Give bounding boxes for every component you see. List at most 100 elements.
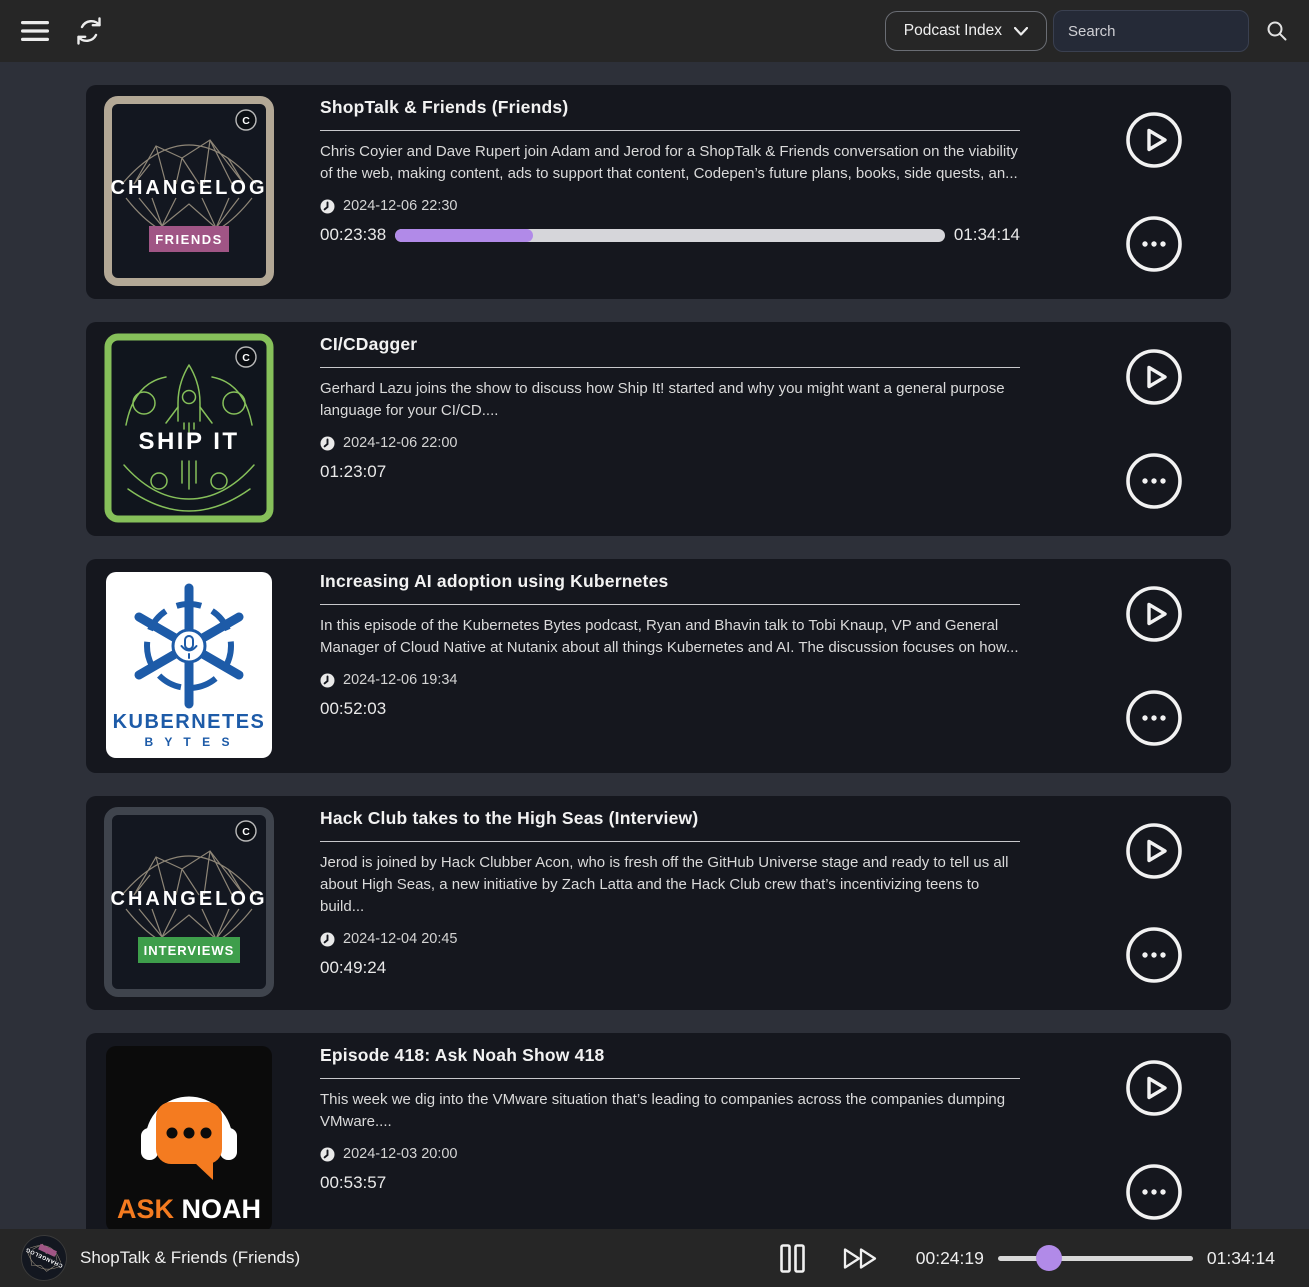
title-divider <box>320 367 1020 368</box>
episode-artwork-ask-noah: ASK NOAH <box>104 1044 274 1234</box>
episode-actions <box>1119 85 1189 299</box>
episode-duration: 00:53:57 <box>320 1173 387 1193</box>
play-icon <box>1126 349 1182 405</box>
episode-progress-bar <box>395 228 945 242</box>
episode-description: Gerhard Lazu joins the show to discuss h… <box>320 380 1005 420</box>
ellipsis-icon <box>1126 453 1182 509</box>
episode-total-time: 01:34:14 <box>953 225 1020 245</box>
episode-card: KUBERNETES B Y T E S Increasing AI adopt… <box>86 559 1231 773</box>
artwork-badge: FRIENDS <box>155 232 223 247</box>
episode-artwork-changelog-interviews: C CHANGELOG INTERVIEWS <box>104 807 274 997</box>
episode-artwork-ship-it: C SHIP IT <box>104 333 274 523</box>
player-bar: CHANGELOG ShopTalk & Friends (Friends) 0… <box>0 1228 1309 1287</box>
episode-more-button[interactable] <box>1121 448 1187 514</box>
artwork-line1: KUBERNETES <box>113 711 266 733</box>
episode-card: C CHANGELOG FRIENDS ShopTalk & Friends (… <box>86 85 1231 299</box>
episode-date: 2024-12-06 19:34 <box>343 672 458 689</box>
refresh-button[interactable] <box>70 12 108 50</box>
episode-description: Chris Coyier and Dave Rupert join Adam a… <box>320 143 1018 183</box>
episode-main: Episode 418: Ask Noah Show 418 This week… <box>320 1045 1020 1193</box>
clock-icon <box>320 199 335 214</box>
artwork-show-name: CHANGELOG <box>111 177 268 199</box>
episode-description: Jerod is joined by Hack Clubber Acon, wh… <box>320 854 1009 916</box>
ellipsis-icon <box>1126 927 1182 983</box>
episode-actions <box>1119 559 1189 773</box>
episode-main: Increasing AI adoption using Kubernetes … <box>320 571 1020 719</box>
episode-list: C CHANGELOG FRIENDS ShopTalk & Friends (… <box>0 62 1309 1287</box>
play-icon <box>1126 586 1182 642</box>
episode-artwork-kubernetes-bytes: KUBERNETES B Y T E S <box>104 570 274 760</box>
play-episode-button[interactable] <box>1121 1055 1187 1121</box>
artwork-word-noah: NOAH <box>182 1194 262 1224</box>
search-button[interactable] <box>1261 15 1293 47</box>
artwork-show-name: CHANGELOG <box>111 888 268 910</box>
pause-icon <box>779 1243 805 1273</box>
episode-progress-row: 00:23:38 01:34:14 <box>320 225 1020 245</box>
episode-card: C CHANGELOG INTERVIEWS Hack Club takes t… <box>86 796 1231 1010</box>
play-episode-button[interactable] <box>1121 344 1187 410</box>
play-icon <box>1126 823 1182 879</box>
episode-date-row: 2024-12-03 20:00 <box>320 1146 1020 1162</box>
clock-icon <box>320 932 335 947</box>
episode-duration: 01:23:07 <box>320 462 387 482</box>
episode-progress-fill <box>395 228 533 242</box>
episode-duration: 00:52:03 <box>320 699 387 719</box>
episode-title: CI/CDagger <box>320 334 418 354</box>
episode-actions <box>1119 796 1189 1010</box>
episode-date-row: 2024-12-04 20:45 <box>320 931 1020 947</box>
artwork-line2: B Y T E S <box>145 735 234 749</box>
play-episode-button[interactable] <box>1121 581 1187 647</box>
episode-date: 2024-12-06 22:00 <box>343 435 458 452</box>
title-divider <box>320 604 1020 605</box>
episode-date-row: 2024-12-06 19:34 <box>320 672 1020 688</box>
play-episode-button[interactable] <box>1121 107 1187 173</box>
episode-more-button[interactable] <box>1121 1159 1187 1225</box>
episode-card: C SHIP IT CI/CDagger Gerhard Lazu joins … <box>86 322 1231 536</box>
clock-icon <box>320 1147 335 1162</box>
episode-duration-row: 00:52:03 <box>320 699 1020 719</box>
player-elapsed: 00:24:19 <box>915 1247 984 1268</box>
player-total: 01:34:14 <box>1206 1247 1275 1268</box>
episode-date: 2024-12-06 22:30 <box>343 198 458 215</box>
ellipsis-icon <box>1126 690 1182 746</box>
ellipsis-icon <box>1126 1164 1182 1220</box>
episode-title: Hack Club takes to the High Seas (Interv… <box>320 808 699 828</box>
podcast-source-label: Podcast Index <box>903 22 1002 39</box>
player-seek-thumb[interactable] <box>1035 1245 1062 1271</box>
artwork-badge: INTERVIEWS <box>144 943 235 958</box>
chevron-down-icon <box>1014 26 1028 36</box>
episode-title: ShopTalk & Friends (Friends) <box>320 97 569 117</box>
search-icon <box>1267 21 1287 41</box>
episode-duration: 00:49:24 <box>320 958 387 978</box>
episode-more-button[interactable] <box>1121 685 1187 751</box>
player-controls: 00:24:19 01:34:14 <box>776 1240 1275 1277</box>
search-input[interactable] <box>1053 10 1249 52</box>
play-icon <box>1126 1060 1182 1116</box>
episode-date-row: 2024-12-06 22:30 <box>320 198 1020 214</box>
episode-title: Increasing AI adoption using Kubernetes <box>320 571 669 591</box>
episode-duration-row: 01:23:07 <box>320 462 1020 482</box>
topbar-right-group: Podcast Index <box>884 10 1293 52</box>
episode-more-button[interactable] <box>1121 922 1187 988</box>
clock-icon <box>320 673 335 688</box>
episode-more-button[interactable] <box>1121 211 1187 277</box>
episode-main: CI/CDagger Gerhard Lazu joins the show t… <box>320 334 1020 482</box>
episode-main: ShopTalk & Friends (Friends) Chris Coyie… <box>320 97 1020 245</box>
episode-description: This week we dig into the VMware situati… <box>320 1091 1006 1131</box>
episode-main: Hack Club takes to the High Seas (Interv… <box>320 808 1020 978</box>
podcast-source-selector[interactable]: Podcast Index <box>884 11 1047 51</box>
episode-artwork-changelog-friends: C CHANGELOG FRIENDS <box>104 96 274 286</box>
fast-forward-button[interactable] <box>839 1243 882 1274</box>
play-icon <box>1126 112 1182 168</box>
play-episode-button[interactable] <box>1121 818 1187 884</box>
pause-button[interactable] <box>776 1240 809 1277</box>
clock-icon <box>320 436 335 451</box>
ellipsis-icon <box>1126 216 1182 272</box>
refresh-icon <box>77 17 101 45</box>
episode-actions <box>1119 322 1189 536</box>
now-playing-artwork[interactable]: CHANGELOG <box>14 1228 74 1287</box>
menu-button[interactable] <box>16 15 54 47</box>
episode-date: 2024-12-04 20:45 <box>343 931 458 948</box>
episode-elapsed: 00:23:38 <box>320 225 387 245</box>
player-seek-slider[interactable] <box>997 1245 1193 1271</box>
